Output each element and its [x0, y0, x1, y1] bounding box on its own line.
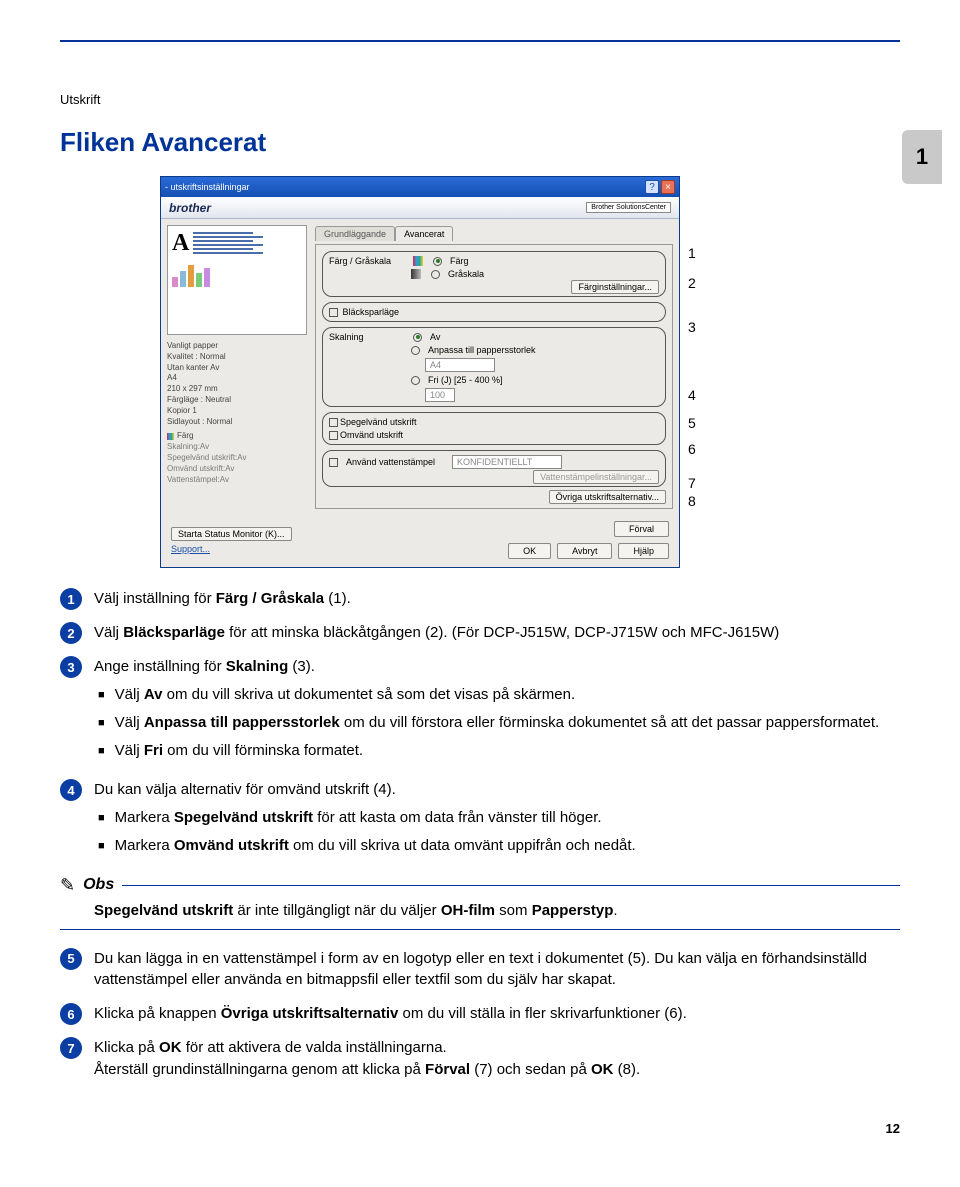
combo-watermark[interactable]: KONFIDENTIELLT [452, 455, 562, 469]
dialog-bottom-row: Starta Status Monitor (K)... Support... … [161, 515, 679, 567]
step-7: 7 Klicka på OK för att aktivera de valda… [60, 1037, 900, 1081]
print-dialog: - utskriftsinställningar ? × brother Bro… [160, 176, 680, 568]
note-label: Obs [83, 876, 114, 894]
callout-4: 4 [688, 388, 696, 402]
note-body: Spegelvänd utskrift är inte tillgängligt… [60, 900, 900, 930]
callout-5: 5 [688, 416, 696, 430]
color-settings-button[interactable]: Färginställningar... [571, 280, 659, 294]
group-reverse: Spegelvänd utskrift Omvänd utskrift [322, 412, 666, 445]
combo-paper-size[interactable]: A4 [425, 358, 495, 372]
step-bubble: 7 [60, 1037, 82, 1059]
brother-logo: brother [169, 201, 211, 215]
radio-scale-off[interactable] [413, 333, 422, 342]
callout-7: 7 [688, 476, 696, 490]
callout-8: 8 [688, 494, 696, 508]
dialog-left-pane: A [167, 225, 307, 509]
page-number: 12 [60, 1121, 900, 1136]
step-bubble: 4 [60, 779, 82, 801]
section-label: Utskrift [60, 92, 900, 107]
radio-scale-fit[interactable] [411, 346, 420, 355]
step-bubble: 6 [60, 1003, 82, 1025]
step-1: 1 Välj inställning för Färg / Gråskala (… [60, 588, 900, 610]
tab-advanced[interactable]: Avancerat [395, 226, 453, 241]
group-scaling: Skalning Av Anpassa till pappersstorlek … [322, 327, 666, 407]
solutions-center-link[interactable]: Brother SolutionsCenter [586, 202, 671, 213]
callout-6: 6 [688, 442, 696, 456]
tab-panel-advanced: Färg / Gråskala Färg Gråskala Färginstäl… [315, 244, 673, 509]
note-box: ✎ Obs Spegelvänd utskrift är inte tillgä… [60, 875, 900, 930]
page-title: Fliken Avancerat [60, 127, 900, 158]
note-icon: ✎ [60, 875, 75, 896]
help-button[interactable]: Hjälp [618, 543, 669, 559]
dialog-right-pane: Grundläggande Avancerat Färg / Gråskala … [315, 225, 673, 509]
step-bubble: 3 [60, 656, 82, 678]
top-rule [60, 40, 900, 42]
group-color: Färg / Gråskala Färg Gråskala Färginstäl… [322, 251, 666, 297]
checkbox-reverse[interactable] [329, 431, 338, 440]
cancel-button[interactable]: Avbryt [557, 543, 612, 559]
page-preview: A [167, 225, 307, 335]
radio-scale-free[interactable] [411, 376, 420, 385]
settings-summary: Vanligt papper Kvalitet : Normal Utan ka… [167, 341, 307, 485]
step-bubble: 2 [60, 622, 82, 644]
group-ink-save: Bläcksparläge [322, 302, 666, 322]
dialog-titlebar: - utskriftsinställningar ? × [161, 177, 679, 197]
other-print-options-button[interactable]: Övriga utskriftsalternativ... [549, 490, 666, 504]
dialog-figure: - utskriftsinställningar ? × brother Bro… [160, 176, 900, 568]
step-5: 5 Du kan lägga in en vattenstämpel i for… [60, 948, 900, 992]
watermark-settings-button[interactable]: Vattenstämpelinställningar... [533, 470, 659, 484]
close-icon[interactable]: × [661, 180, 675, 194]
step-bubble: 1 [60, 588, 82, 610]
checkbox-watermark[interactable] [329, 458, 338, 467]
step-6: 6 Klicka på knappen Övriga utskriftsalte… [60, 1003, 900, 1025]
default-button[interactable]: Förval [614, 521, 669, 537]
step-2: 2 Välj Bläcksparläge för att minska bläc… [60, 622, 900, 644]
dialog-tabs: Grundläggande Avancerat [315, 225, 673, 240]
ok-button[interactable]: OK [508, 543, 551, 559]
group-watermark: Använd vattenstämpel KONFIDENTIELLT Vatt… [322, 450, 666, 487]
side-chapter-tab: 1 [902, 130, 942, 184]
callout-2: 2 [688, 276, 696, 290]
status-monitor-button[interactable]: Starta Status Monitor (K)... [171, 527, 292, 541]
callout-1: 1 [688, 246, 696, 260]
tab-basic[interactable]: Grundläggande [315, 226, 395, 241]
checkbox-mirror[interactable] [329, 418, 338, 427]
scale-percent-input[interactable]: 100 [425, 388, 455, 402]
step-bubble: 5 [60, 948, 82, 970]
dialog-title: - utskriftsinställningar [165, 182, 250, 192]
instruction-list: 1 Välj inställning för Färg / Gråskala (… [60, 588, 900, 1080]
support-link[interactable]: Support... [171, 544, 292, 554]
step-3: 3 Ange inställning för Skalning (3). Väl… [60, 656, 900, 767]
radio-grayscale[interactable] [431, 270, 440, 279]
brand-bar: brother Brother SolutionsCenter [161, 197, 679, 219]
figure-callouts: 1 2 3 4 5 6 7 8 [688, 176, 696, 508]
radio-color[interactable] [433, 257, 442, 266]
checkbox-inksave[interactable] [329, 308, 338, 317]
help-icon[interactable]: ? [645, 180, 659, 194]
step-4: 4 Du kan välja alternativ för omvänd uts… [60, 779, 900, 862]
callout-3: 3 [688, 320, 696, 334]
